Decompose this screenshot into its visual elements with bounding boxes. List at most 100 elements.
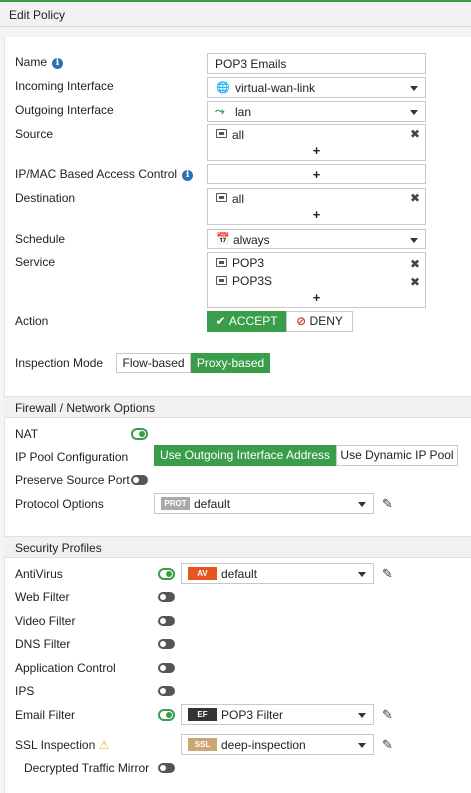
inspection-mode-label: Inspection Mode (15, 356, 104, 370)
incoming-interface-select[interactable]: 🌐 virtual-wan-link (207, 77, 426, 98)
use-outgoing-interface-address-button[interactable]: Use Outgoing Interface Address (154, 445, 336, 466)
av-badge: AV (188, 567, 217, 580)
chevron-down-icon (410, 86, 418, 91)
edit-pencil-icon[interactable]: ✎ (382, 707, 393, 723)
ips-toggle[interactable] (158, 686, 175, 696)
web-filter-label: Web Filter (15, 590, 70, 604)
ssl-inspection-profile-select[interactable]: SSL deep-inspection (181, 734, 374, 755)
email-filter-label: Email Filter (15, 708, 76, 722)
dns-filter-toggle[interactable] (158, 639, 175, 649)
info-icon[interactable]: i (182, 170, 194, 181)
accept-label: ACCEPT (228, 314, 278, 328)
dns-filter-label: DNS Filter (15, 637, 71, 651)
email-filter-profile-value: POP3 Filter (221, 708, 284, 722)
firewall-section-header: Firewall / Network Options (4, 396, 471, 418)
decrypted-traffic-mirror-label: Decrypted Traffic Mirror (24, 761, 150, 775)
proxy-based-button[interactable]: Proxy-based (191, 353, 270, 373)
schedule-select[interactable]: 📅 always (207, 229, 426, 249)
incoming-interface-label: Incoming Interface (15, 79, 114, 93)
toggle-knob (139, 431, 145, 437)
security-section-header: Security Profiles (4, 536, 471, 558)
name-input-value: POP3 Emails (215, 57, 287, 71)
ssl-inspection-label-text: SSL Inspection (15, 738, 96, 752)
schedule-label: Schedule (15, 232, 66, 246)
video-filter-toggle[interactable] (158, 616, 175, 626)
remove-icon[interactable]: ✖ (410, 275, 420, 289)
chevron-down-icon (358, 502, 366, 507)
schedule-value: always (233, 233, 270, 247)
chevron-down-icon (410, 238, 418, 243)
address-icon (216, 193, 227, 202)
ssl-badge: SSL (188, 738, 217, 751)
nat-toggle[interactable] (131, 428, 148, 440)
preserve-source-port-toggle[interactable] (131, 475, 148, 485)
source-box[interactable]: all ✖ + (207, 124, 426, 161)
ips-label: IPS (15, 684, 35, 698)
destination-item: all (232, 192, 245, 206)
edit-pencil-icon[interactable]: ✎ (382, 496, 393, 512)
action-label: Action (15, 314, 49, 328)
name-input[interactable]: POP3 Emails (207, 53, 426, 74)
deny-label: DENY (309, 314, 343, 328)
use-dynamic-ip-pool-button[interactable]: Use Dynamic IP Pool (336, 445, 458, 466)
name-label-text: Name (15, 55, 48, 69)
chevron-down-icon (358, 743, 366, 748)
service-item: POP3S (232, 274, 273, 288)
remove-icon[interactable]: ✖ (410, 257, 420, 271)
name-label: Name i (15, 55, 64, 69)
protocol-options-value: default (194, 497, 231, 511)
toggle-knob (166, 712, 172, 718)
remove-icon[interactable]: ✖ (410, 191, 420, 205)
service-item: POP3 (232, 256, 265, 270)
remove-icon[interactable]: ✖ (410, 127, 420, 141)
address-icon (216, 129, 227, 138)
service-label: Service (15, 255, 56, 269)
edit-pencil-icon[interactable]: ✎ (382, 566, 393, 582)
ip-mac-box[interactable]: + (207, 164, 426, 184)
add-icon[interactable]: + (313, 143, 321, 158)
destination-box[interactable]: all ✖ + (207, 188, 426, 225)
add-icon[interactable]: + (313, 207, 321, 222)
application-control-toggle[interactable] (158, 663, 175, 673)
web-filter-toggle[interactable] (158, 592, 175, 602)
calendar-icon: 📅 (216, 233, 230, 245)
decrypted-traffic-mirror-toggle[interactable] (158, 763, 175, 773)
outgoing-interface-select[interactable]: ⤳ lan (207, 101, 426, 122)
source-label: Source (15, 127, 54, 141)
chevron-down-icon (358, 713, 366, 718)
warning-icon: ⚠ (98, 738, 110, 752)
destination-label: Destination (15, 191, 76, 205)
incoming-interface-value: virtual-wan-link (235, 81, 316, 95)
add-icon[interactable]: + (313, 290, 321, 305)
service-box[interactable]: POP3 ✖ POP3S ✖ + (207, 252, 426, 308)
ssl-inspection-profile-value: deep-inspection (221, 738, 306, 752)
flow-based-button[interactable]: Flow-based (116, 353, 191, 373)
deny-icon: ⊘ (296, 314, 307, 328)
antivirus-profile-value: default (221, 567, 258, 581)
dialog-title-bar: Edit Policy (0, 0, 471, 27)
antivirus-toggle[interactable] (158, 568, 175, 580)
info-icon[interactable]: i (52, 58, 64, 69)
deny-button[interactable]: ⊘ DENY (286, 311, 353, 332)
preserve-source-port-label: Preserve Source Port (15, 473, 130, 487)
email-filter-toggle[interactable] (158, 709, 175, 721)
application-control-label: Application Control (15, 661, 116, 675)
ip-mac-label-text: IP/MAC Based Access Control (15, 167, 178, 181)
chevron-down-icon (358, 572, 366, 577)
accept-button[interactable]: ✔ ACCEPT (207, 311, 286, 332)
add-icon[interactable]: + (313, 167, 321, 182)
toggle-knob (166, 571, 172, 577)
ef-badge: EF (188, 708, 217, 721)
service-icon (216, 276, 227, 285)
ip-pool-label: IP Pool Configuration (15, 450, 129, 464)
nat-label: NAT (15, 427, 39, 441)
switch-icon: ⤳ (215, 104, 225, 118)
antivirus-profile-select[interactable]: AV default (181, 563, 374, 584)
protocol-options-select[interactable]: PROT default (154, 493, 374, 514)
video-filter-label: Video Filter (15, 614, 76, 628)
edit-pencil-icon[interactable]: ✎ (382, 737, 393, 753)
source-item: all (232, 128, 245, 142)
email-filter-profile-select[interactable]: EF POP3 Filter (181, 704, 374, 725)
dialog-title: Edit Policy (9, 8, 66, 22)
section-title: Security Profiles (15, 541, 102, 555)
